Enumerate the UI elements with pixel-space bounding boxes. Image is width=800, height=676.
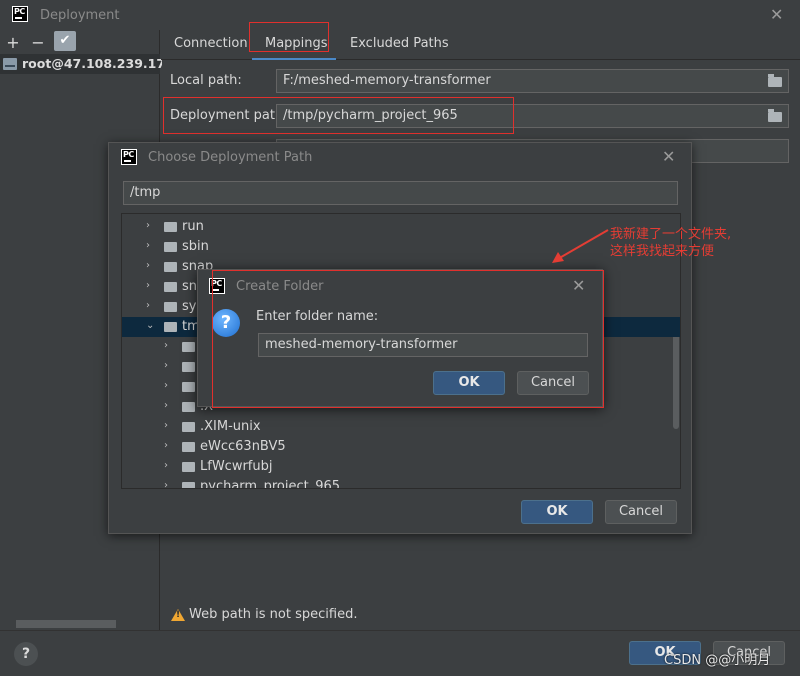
server-label: root@47.108.239.173:22 <box>22 56 162 71</box>
chevron-right-icon[interactable]: › <box>164 341 172 351</box>
local-path-field[interactable]: F:/meshed-memory-transformer <box>276 69 789 93</box>
tree-row-label: sy <box>182 299 197 314</box>
chevron-right-icon[interactable]: › <box>146 281 154 291</box>
deployment-path-highlight-box <box>163 97 514 134</box>
folder-icon <box>182 482 195 488</box>
folder-icon <box>164 322 177 332</box>
set-default-button[interactable]: ✔ <box>54 31 76 51</box>
folder-icon <box>182 342 195 352</box>
local-path-label: Local path: <box>170 73 242 88</box>
tree-row[interactable]: › eWcc63nBV5 <box>122 437 680 457</box>
tree-row-label: sbin <box>182 239 209 254</box>
folder-icon <box>164 262 177 272</box>
annotation-arrow-icon <box>552 229 609 263</box>
remove-server-button[interactable]: − <box>28 33 48 53</box>
active-tab-indicator <box>252 58 336 60</box>
browse-folder-icon[interactable] <box>768 74 782 87</box>
tree-row-label: run <box>182 219 204 234</box>
server-list-item[interactable]: root@47.108.239.173:22 <box>0 54 162 74</box>
scrollbar[interactable] <box>16 620 116 628</box>
folder-icon <box>182 362 195 372</box>
help-button[interactable]: ? <box>14 642 38 666</box>
folder-icon <box>182 402 195 412</box>
close-icon[interactable]: ✕ <box>770 7 783 23</box>
chevron-down-icon[interactable]: ⌄ <box>146 321 154 331</box>
folder-icon <box>164 242 177 252</box>
mappings-highlight-box <box>249 22 329 52</box>
tree-row-label: pycharm_project_965 <box>200 479 341 489</box>
watermark: CSDN @@小明月 <box>664 653 771 668</box>
chevron-right-icon[interactable]: › <box>164 441 172 451</box>
chevron-right-icon[interactable]: › <box>164 361 172 371</box>
chevron-right-icon[interactable]: › <box>164 421 172 431</box>
close-icon[interactable]: ✕ <box>662 149 675 165</box>
folder-icon <box>164 302 177 312</box>
warning-icon <box>171 609 185 621</box>
chevron-right-icon[interactable]: › <box>164 401 172 411</box>
annotation-line-2: 这样我找起来方便 <box>610 244 715 259</box>
add-server-button[interactable]: + <box>3 33 23 53</box>
tree-row[interactable]: › LfWcwrfubj <box>122 457 680 477</box>
tab-excluded-paths[interactable]: Excluded Paths <box>350 36 449 51</box>
annotation-text: 我新建了一个文件夹, 这样我找起来方便 <box>610 226 790 260</box>
pycharm-logo-icon: PC <box>121 149 137 165</box>
title-bar: PC Deployment ✕ <box>0 0 800 30</box>
browse-folder-icon[interactable] <box>768 109 782 122</box>
folder-icon <box>182 462 195 472</box>
warning-text: Web path is not specified. <box>189 607 358 622</box>
folder-icon <box>164 222 177 232</box>
tree-row[interactable]: › .XIM-unix <box>122 417 680 437</box>
path-input[interactable]: /tmp <box>123 181 678 205</box>
folder-icon <box>182 422 195 432</box>
chevron-right-icon[interactable]: › <box>146 241 154 251</box>
folder-icon <box>164 282 177 292</box>
tab-connection[interactable]: Connection <box>174 36 248 51</box>
tree-row-label: eWcc63nBV5 <box>200 439 286 454</box>
pycharm-logo-icon: PC <box>12 6 28 22</box>
folder-icon <box>182 442 195 452</box>
tree-row[interactable]: › pycharm_project_965 <box>122 477 680 489</box>
chevron-right-icon[interactable]: › <box>146 261 154 271</box>
chevron-right-icon[interactable]: › <box>164 481 172 489</box>
tree-row-label: .XIM-unix <box>200 419 261 434</box>
cancel-button[interactable]: Cancel <box>605 500 677 524</box>
ok-button[interactable]: OK <box>521 500 593 524</box>
tree-row-label: sn <box>182 279 198 294</box>
create-folder-highlight-box <box>212 270 604 408</box>
chevron-right-icon[interactable]: › <box>146 301 154 311</box>
dialog-title: Choose Deployment Path <box>148 150 313 165</box>
chevron-right-icon[interactable]: › <box>164 381 172 391</box>
chevron-right-icon[interactable]: › <box>146 221 154 231</box>
sftp-server-icon <box>3 58 17 70</box>
annotation-line-1: 我新建了一个文件夹, <box>610 227 732 242</box>
chevron-right-icon[interactable]: › <box>164 461 172 471</box>
tree-row-label: LfWcwrfubj <box>200 459 273 474</box>
window-title: Deployment <box>40 8 120 23</box>
folder-icon <box>182 382 195 392</box>
